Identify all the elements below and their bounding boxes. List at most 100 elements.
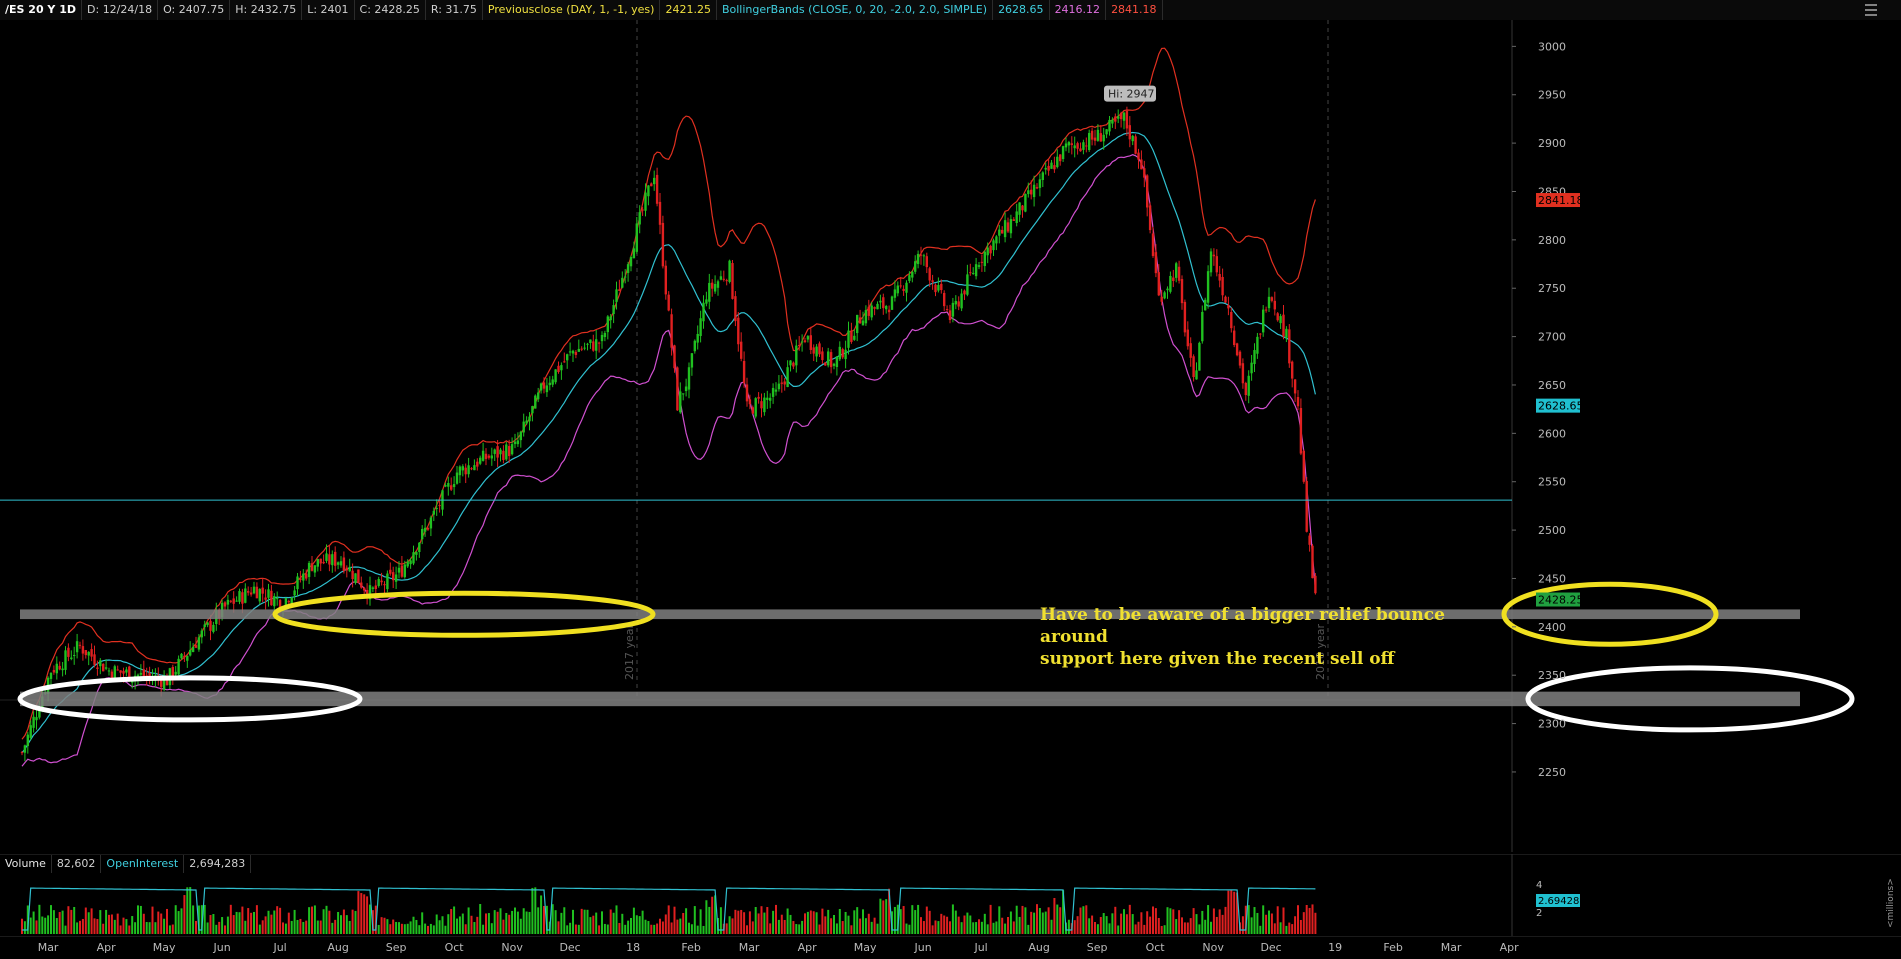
candle-body (487, 455, 491, 458)
candle-body (116, 669, 119, 671)
volume-bar (827, 909, 830, 934)
candle-body (873, 307, 876, 309)
volume-bar (1230, 889, 1233, 934)
candle-body (1244, 382, 1247, 396)
candle-body (429, 517, 433, 529)
volume-bar (975, 922, 978, 934)
volume-bar (879, 898, 882, 934)
volume-bar (751, 921, 754, 934)
oi-label[interactable]: OpenInterest (101, 855, 185, 873)
candle-body (336, 562, 340, 565)
volume-bar (1152, 906, 1154, 934)
date-value: D: 12/24/18 (82, 0, 159, 20)
candle-body (1189, 343, 1192, 358)
candle-body (206, 622, 209, 626)
price-chart[interactable]: 2017 year 2018 year 225023002350240024502… (0, 20, 1901, 852)
volume-bar (801, 920, 804, 934)
candle-body (1148, 205, 1152, 231)
candle-body (1096, 129, 1100, 141)
candle-body (951, 302, 955, 317)
volume-bar (1204, 919, 1207, 934)
volume-bar (566, 925, 569, 934)
candle-body (745, 384, 749, 402)
candle-body (972, 272, 975, 274)
volume-bar (632, 907, 635, 934)
volume-bar (560, 912, 563, 934)
candle-body (1090, 130, 1094, 140)
candle-body (142, 669, 145, 677)
candle-body (1088, 132, 1091, 150)
volume-bar (499, 908, 502, 934)
volume-bar (601, 911, 603, 934)
volume-bar (163, 918, 166, 934)
candle-body (824, 362, 827, 366)
candle-body (731, 263, 734, 299)
candle-body (273, 596, 276, 607)
volume-bar (345, 915, 348, 934)
candle-body (1105, 129, 1108, 135)
volume-bar (754, 907, 757, 934)
volume-bar (1105, 916, 1108, 934)
candle-body (748, 399, 752, 405)
candle-body (534, 395, 537, 409)
candle-body (191, 646, 195, 652)
volume-bar (1189, 918, 1192, 934)
volume-bar (650, 924, 653, 934)
time-tick-label: Apr (798, 941, 818, 954)
volume-bar (73, 906, 76, 934)
volume-bar (914, 910, 917, 934)
candle-body (470, 468, 473, 470)
candle-body (1250, 362, 1253, 374)
candle-body (342, 557, 346, 572)
volume-bar (882, 900, 885, 934)
volume-bar (563, 907, 566, 934)
candle-body (258, 588, 261, 602)
volume-bar (1224, 906, 1227, 934)
volume-bar (142, 913, 145, 934)
symbol-label[interactable]: /ES 20 Y 1D (0, 0, 83, 20)
volume-bar (757, 913, 760, 934)
candle-body (728, 260, 731, 282)
volume-bar (1143, 924, 1146, 934)
candle-body (174, 671, 177, 675)
volume-bar (41, 916, 44, 934)
candle-body (1259, 333, 1262, 335)
volume-bar (612, 912, 615, 934)
volume-bar (1265, 914, 1268, 934)
candle-body (580, 348, 583, 350)
volume-bar (818, 924, 821, 934)
candle-body (893, 289, 897, 298)
volume-bar (1253, 907, 1256, 934)
volume-bar (168, 925, 171, 934)
candle-body (974, 264, 978, 277)
candle-body (1183, 301, 1187, 333)
prev-close-study-label[interactable]: Previousclose (DAY, 1, -1, yes) (483, 0, 661, 20)
candle-body (232, 598, 235, 604)
candle-body (960, 293, 963, 309)
candle-body (386, 573, 389, 590)
bollinger-study-label[interactable]: BollingerBands (CLOSE, 0, 20, -2.0, 2.0,… (717, 0, 994, 20)
price-tick-label: 2400 (1538, 621, 1566, 634)
volume-bar (61, 910, 64, 934)
volume-bar (540, 895, 543, 934)
volume-bar (241, 906, 244, 934)
volume-bar (598, 925, 601, 934)
volume-bar (580, 908, 583, 934)
volume-bar (247, 908, 250, 934)
volume-bar (93, 918, 96, 934)
volume-bar (1038, 908, 1041, 934)
time-axis[interactable]: Mar Apr May Jun Jul Aug Sep Oct Nov Dec 18 Feb Mar Ap… (0, 936, 1901, 959)
candle-body (841, 349, 844, 358)
candle-body (493, 449, 496, 454)
candle-body (925, 256, 928, 268)
chart-menu-icon[interactable] (1863, 2, 1879, 18)
candle-body (1044, 167, 1047, 170)
candle-body (23, 745, 27, 753)
volume-bar (1082, 906, 1085, 934)
volume-bar (87, 912, 90, 934)
volume-bar (734, 909, 737, 934)
volume-panel[interactable]: 4 22.69428 <millions> (0, 854, 1901, 936)
volume-label[interactable]: Volume (0, 855, 52, 873)
volume-bar (157, 911, 160, 934)
volume-bar (859, 918, 862, 934)
